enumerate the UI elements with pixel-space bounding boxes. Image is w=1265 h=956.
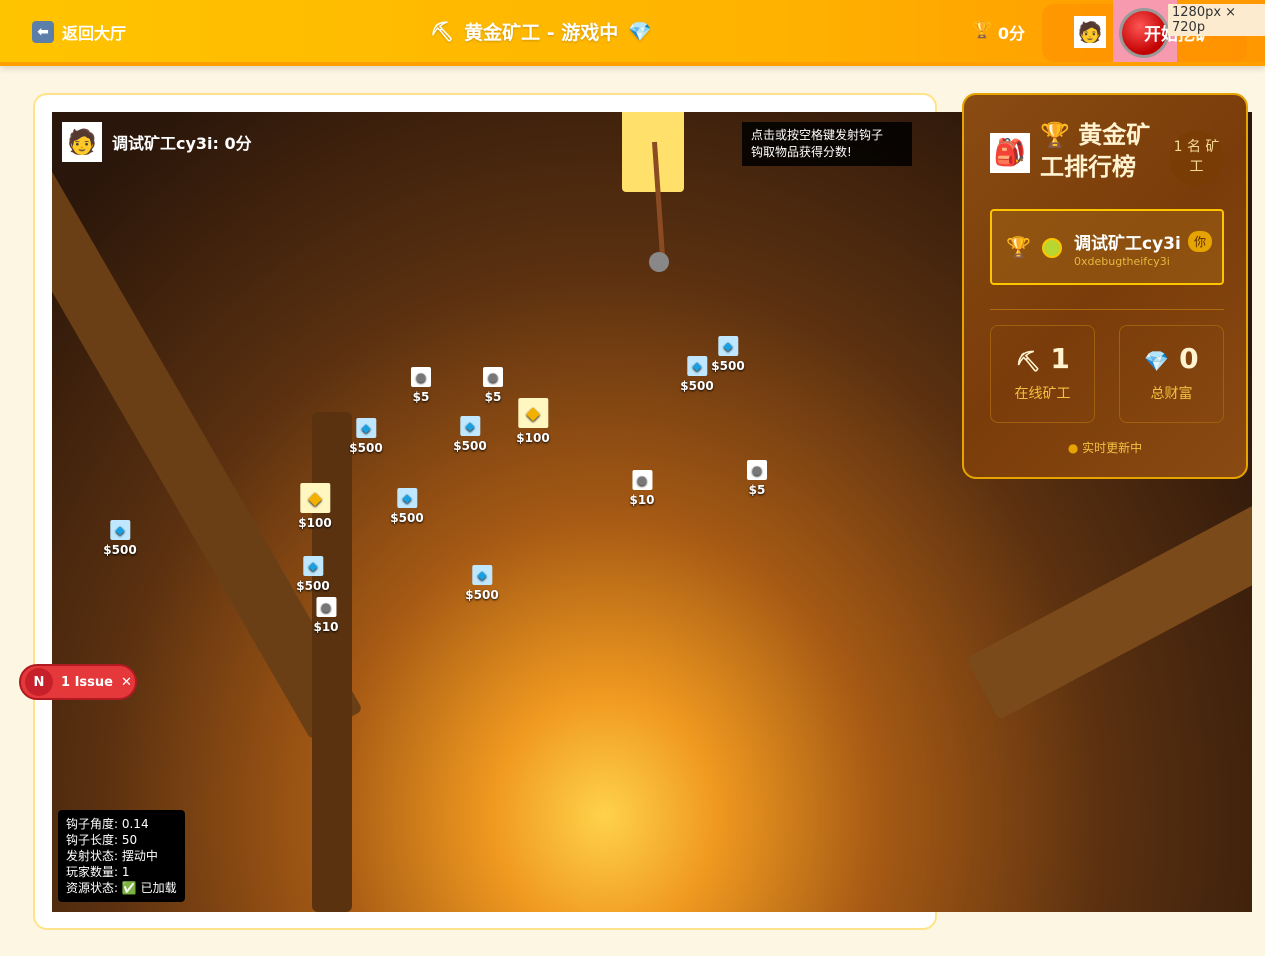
wealth-label: 总财富	[1150, 386, 1193, 402]
diamond-icon: ◆	[356, 418, 376, 438]
rock-icon: ●	[316, 597, 336, 617]
issue-label: 1 Issue	[61, 674, 113, 690]
item-value: $5	[412, 390, 430, 404]
debug-line: 发射状态: 摆动中	[66, 849, 158, 863]
leaderboard-entry[interactable]: 🏆 调试矿工cy3i 你 0xdebugtheifcy3i	[990, 209, 1224, 285]
gold-item[interactable]: ◆ $100	[516, 398, 550, 445]
diamond-icon: ◆	[472, 565, 492, 585]
diamond-item[interactable]: ◆ $500	[103, 520, 137, 557]
wealth-value: 0	[1179, 342, 1199, 375]
rock-icon: ●	[747, 460, 767, 480]
avatar[interactable]: 🧑	[1074, 16, 1106, 48]
live-indicator: ● 实时更新中	[1067, 441, 1143, 455]
diamond-icon: 💎	[1144, 349, 1170, 373]
item-value: $500	[103, 543, 137, 557]
player-address: 0xdebugtheifcy3i	[1074, 255, 1170, 268]
rock-item[interactable]: ● $5	[483, 367, 503, 404]
rock-icon: ●	[632, 470, 652, 490]
divider	[990, 309, 1224, 310]
diamond-icon: ◆	[687, 356, 707, 376]
diamond-icon: 💎	[628, 21, 652, 43]
diamond-icon: ◆	[397, 488, 417, 508]
hint-line: 点击或按空格键发射钩子	[751, 128, 884, 142]
live-label: 实时更新中	[1082, 441, 1143, 455]
debug-line: 玩家数量: 1	[66, 865, 130, 879]
debug-line: 钩子角度: 0.14	[66, 817, 149, 831]
gold-item[interactable]: ◆ $100	[298, 483, 332, 530]
leaderboard-panel: 🎒 🏆 黄金矿工排行榜 1 名 矿工 🏆 调试矿工cy3i 你 0xdebugt…	[962, 93, 1248, 479]
diamond-icon: ◆	[460, 416, 480, 436]
online-status-dot	[1042, 238, 1062, 258]
diamond-item[interactable]: ◆ $500	[390, 488, 424, 525]
item-value: $100	[516, 431, 550, 445]
item-value: $500	[390, 511, 424, 525]
debug-line: 资源状态: ✅ 已加载	[66, 881, 177, 895]
hint-line: 钩取物品获得分数!	[751, 145, 852, 159]
item-value: $500	[680, 379, 714, 393]
debug-panel: 钩子角度: 0.14 钩子长度: 50 发射状态: 摆动中 玩家数量: 1 资源…	[58, 810, 185, 902]
title-text: 黄金矿工 - 游戏中	[464, 22, 619, 44]
player-name: 调试矿工cy3i	[1074, 234, 1181, 254]
back-to-lobby-button[interactable]: ⬅ 返回大厅	[32, 20, 126, 44]
online-label: 在线矿工	[1014, 386, 1071, 402]
item-value: $5	[484, 390, 502, 404]
trophy-icon: 🏆	[972, 20, 992, 39]
diamond-item[interactable]: ◆ $500	[680, 356, 714, 393]
player-score: 调试矿工cy3i: 0分	[112, 134, 252, 153]
rock-item[interactable]: ● $10	[313, 597, 339, 634]
item-value: $100	[298, 516, 332, 530]
diamond-item[interactable]: ◆ $500	[296, 556, 330, 593]
pickaxe-icon: ⛏	[430, 21, 455, 43]
diamond-icon: ◆	[303, 556, 323, 576]
diamond-icon: ◆	[718, 336, 738, 356]
hint-box: 点击或按空格键发射钩子 钩取物品获得分数!	[742, 122, 912, 166]
diamond-item[interactable]: ◆ $500	[711, 336, 745, 373]
rock-icon: ●	[411, 367, 431, 387]
total-wealth-stat: 💎 0 总财富	[1119, 325, 1224, 423]
backpack-icon: 🎒	[990, 133, 1030, 173]
item-value: $500	[453, 439, 487, 453]
trophy-icon: 🏆	[1006, 235, 1031, 259]
pickaxe-icon: ⛏	[1015, 349, 1041, 373]
rock-item[interactable]: ● $5	[747, 460, 767, 497]
you-badge: 你	[1188, 231, 1213, 252]
item-value: $500	[465, 588, 499, 602]
score-value: 0分	[997, 24, 1026, 43]
diamond-icon: ◆	[110, 520, 130, 540]
score-display: 🏆 0分	[972, 20, 1025, 44]
gold-icon: ◆	[518, 398, 548, 428]
debug-line: 钩子长度: 50	[66, 833, 138, 847]
back-label: 返回大厅	[62, 24, 127, 43]
next-logo-icon: N	[25, 668, 53, 696]
online-miners-stat: ⛏ 1 在线矿工	[990, 325, 1095, 423]
resolution-badge: 1280px × 720p	[1168, 4, 1265, 36]
hook-icon	[649, 252, 669, 272]
rock-item[interactable]: ● $5	[411, 367, 431, 404]
page-title: ⛏ 黄金矿工 - 游戏中 💎	[430, 18, 652, 45]
gold-icon: ◆	[300, 483, 330, 513]
leaderboard-title: 🏆 黄金矿工排行榜	[1040, 121, 1151, 181]
top-bar: ⬅返回大厅 ⛏黄金矿工 - 游戏中💎 🏆0分 🧑 开始挖矿 1280px × 7…	[0, 0, 1265, 66]
item-value: $5	[748, 483, 766, 497]
close-icon[interactable]: ✕	[121, 675, 132, 690]
issue-badge[interactable]: N 1 Issue ✕	[19, 664, 137, 700]
rock-item[interactable]: ● $10	[629, 470, 655, 507]
item-value: $500	[349, 441, 383, 455]
diamond-item[interactable]: ◆ $500	[349, 418, 383, 455]
online-value: 1	[1050, 342, 1070, 375]
item-value: $10	[629, 493, 655, 507]
diamond-item[interactable]: ◆ $500	[465, 565, 499, 602]
rock-icon: ●	[483, 367, 503, 387]
item-value: $500	[711, 359, 745, 373]
arrow-left-icon: ⬅	[32, 21, 54, 43]
item-value: $500	[296, 579, 330, 593]
item-value: $10	[313, 620, 339, 634]
miner-count-badge: 1 名 矿工	[1169, 131, 1224, 186]
player-avatar: 🧑	[62, 122, 102, 162]
diamond-item[interactable]: ◆ $500	[453, 416, 487, 453]
player-label: 🧑 调试矿工cy3i: 0分	[62, 122, 252, 162]
